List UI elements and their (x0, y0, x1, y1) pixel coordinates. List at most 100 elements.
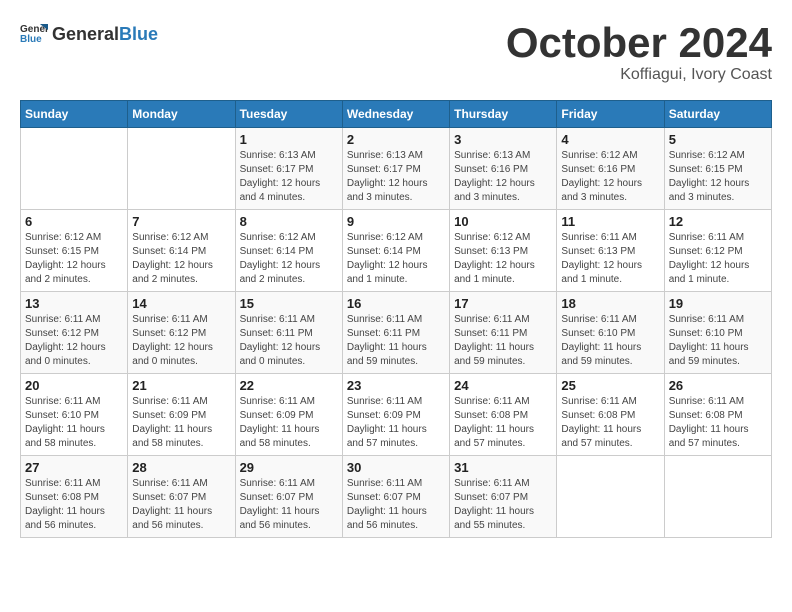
day-detail: Sunrise: 6:11 AM Sunset: 6:10 PM Dayligh… (669, 313, 767, 369)
day-detail: Sunrise: 6:11 AM Sunset: 6:08 PM Dayligh… (454, 395, 552, 451)
svg-text:Blue: Blue (20, 34, 42, 45)
day-detail: Sunrise: 6:12 AM Sunset: 6:16 PM Dayligh… (561, 149, 659, 205)
day-number: 1 (240, 132, 338, 147)
day-detail: Sunrise: 6:11 AM Sunset: 6:07 PM Dayligh… (347, 477, 445, 533)
calendar-cell: 10 Sunrise: 6:12 AM Sunset: 6:13 PM Dayli… (450, 210, 557, 292)
weekday-header-wednesday: Wednesday (342, 101, 449, 128)
calendar-cell (664, 456, 771, 538)
calendar-cell: 31 Sunrise: 6:11 AM Sunset: 6:07 PM Dayli… (450, 456, 557, 538)
calendar-cell: 12 Sunrise: 6:11 AM Sunset: 6:12 PM Dayli… (664, 210, 771, 292)
weekday-header-saturday: Saturday (664, 101, 771, 128)
day-number: 23 (347, 378, 445, 393)
calendar-cell: 22 Sunrise: 6:11 AM Sunset: 6:09 PM Dayli… (235, 374, 342, 456)
day-detail: Sunrise: 6:11 AM Sunset: 6:08 PM Dayligh… (669, 395, 767, 451)
day-detail: Sunrise: 6:11 AM Sunset: 6:10 PM Dayligh… (25, 395, 123, 451)
calendar-cell: 13 Sunrise: 6:11 AM Sunset: 6:12 PM Dayli… (21, 292, 128, 374)
day-number: 8 (240, 214, 338, 229)
day-number: 13 (25, 296, 123, 311)
day-number: 30 (347, 460, 445, 475)
day-detail: Sunrise: 6:12 AM Sunset: 6:14 PM Dayligh… (347, 231, 445, 287)
day-detail: Sunrise: 6:11 AM Sunset: 6:12 PM Dayligh… (132, 313, 230, 369)
day-detail: Sunrise: 6:11 AM Sunset: 6:07 PM Dayligh… (132, 477, 230, 533)
day-number: 26 (669, 378, 767, 393)
day-detail: Sunrise: 6:11 AM Sunset: 6:07 PM Dayligh… (240, 477, 338, 533)
day-detail: Sunrise: 6:12 AM Sunset: 6:14 PM Dayligh… (132, 231, 230, 287)
calendar-cell (21, 128, 128, 210)
calendar-cell: 5 Sunrise: 6:12 AM Sunset: 6:15 PM Daylig… (664, 128, 771, 210)
day-detail: Sunrise: 6:12 AM Sunset: 6:15 PM Dayligh… (669, 149, 767, 205)
title-area: October 2024 Koffiagui, Ivory Coast (506, 20, 772, 84)
logo-general: General (52, 24, 119, 44)
calendar-cell: 18Sunrise: 6:11 AM Sunset: 6:10 PM Dayli… (557, 292, 664, 374)
day-detail: Sunrise: 6:11 AM Sunset: 6:11 PM Dayligh… (240, 313, 338, 369)
day-number: 27 (25, 460, 123, 475)
day-number: 9 (347, 214, 445, 229)
calendar-cell: 29 Sunrise: 6:11 AM Sunset: 6:07 PM Dayli… (235, 456, 342, 538)
weekday-header-tuesday: Tuesday (235, 101, 342, 128)
day-detail: Sunrise: 6:11 AM Sunset: 6:09 PM Dayligh… (240, 395, 338, 451)
weekday-header-thursday: Thursday (450, 101, 557, 128)
calendar-cell: 21Sunrise: 6:11 AM Sunset: 6:09 PM Dayli… (128, 374, 235, 456)
day-number: 28 (132, 460, 230, 475)
day-detail: Sunrise: 6:13 AM Sunset: 6:16 PM Dayligh… (454, 149, 552, 205)
calendar-cell: 6 Sunrise: 6:12 AM Sunset: 6:15 PM Daylig… (21, 210, 128, 292)
day-detail: Sunrise: 6:11 AM Sunset: 6:07 PM Dayligh… (454, 477, 552, 533)
calendar-cell: 28 Sunrise: 6:11 AM Sunset: 6:07 PM Dayli… (128, 456, 235, 538)
day-number: 10 (454, 214, 552, 229)
calendar-cell: 27 Sunrise: 6:11 AM Sunset: 6:08 PM Dayli… (21, 456, 128, 538)
month-title: October 2024 (506, 20, 772, 66)
day-number: 25 (561, 378, 659, 393)
day-number: 6 (25, 214, 123, 229)
day-number: 5 (669, 132, 767, 147)
calendar-cell: 8 Sunrise: 6:12 AM Sunset: 6:14 PM Daylig… (235, 210, 342, 292)
calendar-cell: 7Sunrise: 6:12 AM Sunset: 6:14 PM Daylig… (128, 210, 235, 292)
day-number: 3 (454, 132, 552, 147)
calendar-cell: 4 Sunrise: 6:12 AM Sunset: 6:16 PM Daylig… (557, 128, 664, 210)
calendar-cell (128, 128, 235, 210)
calendar-cell: 15 Sunrise: 6:11 AM Sunset: 6:11 PM Dayli… (235, 292, 342, 374)
day-detail: Sunrise: 6:11 AM Sunset: 6:12 PM Dayligh… (669, 231, 767, 287)
day-detail: Sunrise: 6:11 AM Sunset: 6:12 PM Dayligh… (25, 313, 123, 369)
day-number: 20 (25, 378, 123, 393)
day-detail: Sunrise: 6:12 AM Sunset: 6:15 PM Dayligh… (25, 231, 123, 287)
calendar-cell: 30 Sunrise: 6:11 AM Sunset: 6:07 PM Dayli… (342, 456, 449, 538)
calendar-cell: 11 Sunrise: 6:11 AM Sunset: 6:13 PM Dayli… (557, 210, 664, 292)
day-detail: Sunrise: 6:11 AM Sunset: 6:11 PM Dayligh… (347, 313, 445, 369)
calendar-cell (557, 456, 664, 538)
day-number: 4 (561, 132, 659, 147)
calendar-cell: 23 Sunrise: 6:11 AM Sunset: 6:09 PM Dayli… (342, 374, 449, 456)
location-subtitle: Koffiagui, Ivory Coast (506, 66, 772, 84)
calendar-cell: 3 Sunrise: 6:13 AM Sunset: 6:16 PM Daylig… (450, 128, 557, 210)
day-detail: Sunrise: 6:12 AM Sunset: 6:13 PM Dayligh… (454, 231, 552, 287)
day-detail: Sunrise: 6:11 AM Sunset: 6:08 PM Dayligh… (25, 477, 123, 533)
day-number: 12 (669, 214, 767, 229)
calendar-cell: 19Sunrise: 6:11 AM Sunset: 6:10 PM Dayli… (664, 292, 771, 374)
weekday-header-friday: Friday (557, 101, 664, 128)
calendar-cell: 14 Sunrise: 6:11 AM Sunset: 6:12 PM Dayli… (128, 292, 235, 374)
day-detail: Sunrise: 6:12 AM Sunset: 6:14 PM Dayligh… (240, 231, 338, 287)
day-number: 15 (240, 296, 338, 311)
calendar-cell: 2Sunrise: 6:13 AM Sunset: 6:17 PM Daylig… (342, 128, 449, 210)
day-number: 17 (454, 296, 552, 311)
calendar-cell: 1 Sunrise: 6:13 AM Sunset: 6:17 PM Daylig… (235, 128, 342, 210)
day-number: 31 (454, 460, 552, 475)
day-detail: Sunrise: 6:11 AM Sunset: 6:09 PM Dayligh… (347, 395, 445, 451)
logo: General Blue GeneralBlue (20, 20, 158, 48)
calendar-cell: 17 Sunrise: 6:11 AM Sunset: 6:11 PM Dayli… (450, 292, 557, 374)
day-number: 29 (240, 460, 338, 475)
calendar-cell: 24Sunrise: 6:11 AM Sunset: 6:08 PM Dayli… (450, 374, 557, 456)
day-number: 14 (132, 296, 230, 311)
calendar-table: SundayMondayTuesdayWednesdayThursdayFrid… (20, 100, 772, 538)
calendar-cell: 25 Sunrise: 6:11 AM Sunset: 6:08 PM Dayli… (557, 374, 664, 456)
calendar-cell: 20 Sunrise: 6:11 AM Sunset: 6:10 PM Dayli… (21, 374, 128, 456)
day-detail: Sunrise: 6:13 AM Sunset: 6:17 PM Dayligh… (347, 149, 445, 205)
day-detail: Sunrise: 6:11 AM Sunset: 6:08 PM Dayligh… (561, 395, 659, 451)
day-number: 11 (561, 214, 659, 229)
weekday-header-monday: Monday (128, 101, 235, 128)
day-number: 16 (347, 296, 445, 311)
day-number: 22 (240, 378, 338, 393)
day-detail: Sunrise: 6:13 AM Sunset: 6:17 PM Dayligh… (240, 149, 338, 205)
calendar-cell: 26 Sunrise: 6:11 AM Sunset: 6:08 PM Dayli… (664, 374, 771, 456)
day-detail: Sunrise: 6:11 AM Sunset: 6:11 PM Dayligh… (454, 313, 552, 369)
day-detail: Sunrise: 6:11 AM Sunset: 6:13 PM Dayligh… (561, 231, 659, 287)
